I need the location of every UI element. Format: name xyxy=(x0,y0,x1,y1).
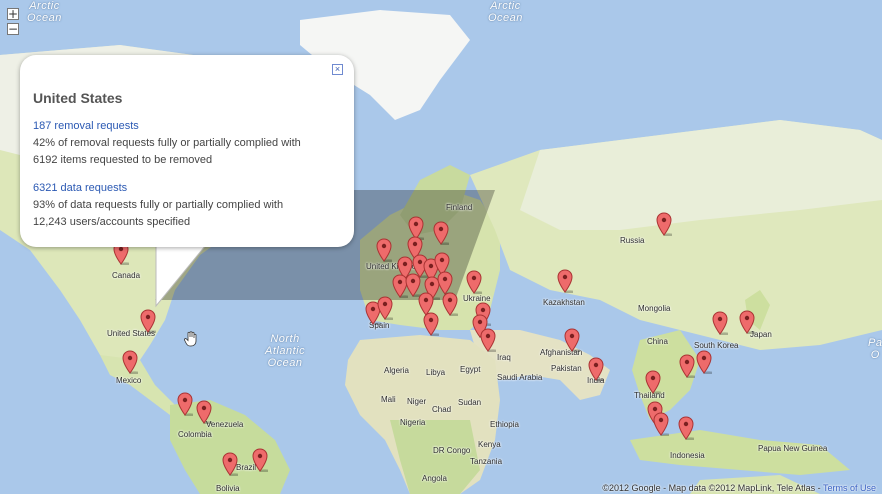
map-marker-pin[interactable] xyxy=(656,212,672,236)
close-popup-button[interactable]: × xyxy=(332,64,343,75)
ocean-label-pacific: Pa O xyxy=(868,337,882,361)
country-label: Mali xyxy=(381,395,396,404)
map-marker-pin[interactable] xyxy=(645,370,661,394)
country-label: Indonesia xyxy=(670,451,705,460)
map-marker-pin[interactable] xyxy=(679,354,695,378)
map-marker-pin[interactable] xyxy=(712,311,728,335)
country-label: Niger xyxy=(407,397,427,406)
country-label: Ethiopia xyxy=(490,420,519,429)
map-marker-pin[interactable] xyxy=(588,357,604,381)
country-label: Kazakhstan xyxy=(543,298,585,307)
map-marker-pin[interactable] xyxy=(564,328,580,352)
map-marker-pin[interactable] xyxy=(177,392,193,416)
country-label: Papua New Guinea xyxy=(758,444,828,453)
map-marker-pin[interactable] xyxy=(377,296,393,320)
hand-cursor-icon xyxy=(184,331,198,352)
map-marker-pin[interactable] xyxy=(678,416,694,440)
data-requests-link[interactable]: 6321 data requests xyxy=(33,182,127,194)
map-marker-pin[interactable] xyxy=(433,221,449,245)
country-label: Mexico xyxy=(116,376,142,385)
data-users-text: 12,243 users/accounts specified xyxy=(33,216,191,228)
country-label: Egypt xyxy=(460,365,481,374)
map-marker-pin[interactable] xyxy=(122,350,138,374)
country-label: Libya xyxy=(426,368,446,377)
country-label: Kenya xyxy=(478,440,501,449)
ocean-label-north-atlantic: North Atlantic Ocean xyxy=(265,333,306,369)
map-marker-pin[interactable] xyxy=(696,350,712,374)
country-label: Tanzania xyxy=(470,457,503,466)
country-label: Chad xyxy=(432,405,452,414)
country-label: Algeria xyxy=(384,366,409,375)
country-label: Colombia xyxy=(178,430,212,439)
data-compliance-text: 93% of data requests fully or partially … xyxy=(33,199,284,211)
map-marker-pin[interactable] xyxy=(557,269,573,293)
map-marker-pin[interactable] xyxy=(739,310,755,334)
country-label: Angola xyxy=(422,474,447,483)
ocean-label-arctic-left: Arctic Ocean xyxy=(27,0,62,24)
country-label: South Korea xyxy=(694,341,739,350)
country-label: Nigeria xyxy=(400,418,426,427)
country-label: Iraq xyxy=(497,353,511,362)
terms-of-use-link[interactable]: Terms of Use xyxy=(823,483,876,493)
removal-requests-link[interactable]: 187 removal requests xyxy=(33,120,139,132)
map-marker-pin[interactable] xyxy=(196,400,212,424)
country-label: Pakistan xyxy=(551,364,582,373)
attribution-text: ©2012 Google - Map data ©2012 MapLink, T… xyxy=(602,483,823,493)
popup-title: United States xyxy=(33,90,123,106)
zoom-in-button[interactable]: + xyxy=(7,8,19,20)
info-popup: × United States 187 removal requests 42%… xyxy=(20,55,354,247)
map-marker-pin[interactable] xyxy=(653,412,669,436)
map-marker-pin[interactable] xyxy=(480,328,496,352)
map-marker-pin[interactable] xyxy=(252,448,268,472)
map-marker-pin[interactable] xyxy=(466,270,482,294)
zoom-out-button[interactable]: − xyxy=(7,23,19,35)
map-attribution: ©2012 Google - Map data ©2012 MapLink, T… xyxy=(602,483,876,493)
country-label: DR Congo xyxy=(433,446,471,455)
country-label: Russia xyxy=(620,236,645,245)
country-label: Mongolia xyxy=(638,304,671,313)
world-map[interactable]: Arctic Ocean Arctic Ocean North Atlantic Oce… xyxy=(0,0,882,494)
country-label: China xyxy=(647,337,668,346)
country-label: Saudi Arabia xyxy=(497,373,543,382)
country-label: Bolivia xyxy=(216,484,240,493)
popup-tail xyxy=(155,240,212,308)
map-marker-pin[interactable] xyxy=(423,312,439,336)
map-marker-pin[interactable] xyxy=(442,292,458,316)
country-label: Canada xyxy=(112,271,141,280)
country-label: Finland xyxy=(446,203,473,212)
removal-items-text: 6192 items requested to be removed xyxy=(33,154,213,166)
ocean-label-arctic-center: Arctic Ocean xyxy=(488,0,523,24)
removal-compliance-text: 42% of removal requests fully or partial… xyxy=(33,137,301,149)
map-marker-pin[interactable] xyxy=(222,452,238,476)
map-marker-pin[interactable] xyxy=(376,238,392,262)
map-marker-pin[interactable] xyxy=(140,309,156,333)
country-label: Sudan xyxy=(458,398,482,407)
